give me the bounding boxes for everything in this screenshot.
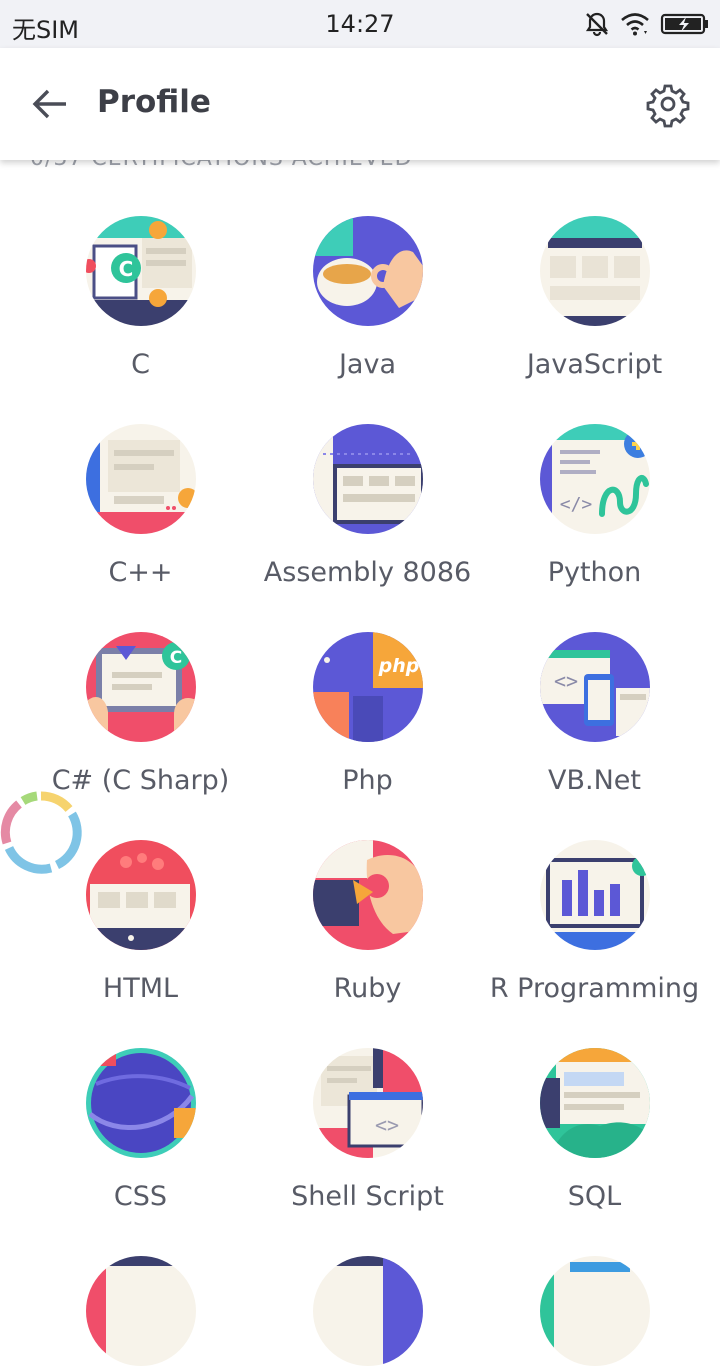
status-bar: 无SIM 14:27: [0, 0, 720, 48]
course-label: Assembly 8086: [263, 557, 472, 588]
course-item-partial[interactable]: [254, 1256, 481, 1366]
course-label: Ruby: [333, 973, 402, 1004]
loading-spinner-icon: [0, 791, 82, 874]
course-label: Php: [342, 765, 393, 796]
svg-text:<>: <>: [374, 1113, 398, 1137]
wifi-icon: [621, 13, 649, 36]
gear-icon[interactable]: [644, 80, 692, 128]
course-label: Java: [338, 349, 397, 380]
svg-text:</>: </>: [559, 494, 592, 515]
r-course-icon: [539, 840, 650, 950]
course-grid: C C Java JavaScript C++ Assembly 8086 </…: [27, 216, 707, 1366]
cpp-course-icon: [85, 424, 196, 534]
course-item-cpp[interactable]: C++: [27, 424, 254, 592]
course-label: Python: [547, 557, 642, 588]
assembly-course-icon: [312, 424, 423, 534]
shell-course-icon: <>: [312, 1048, 423, 1158]
python-course-icon: </>: [539, 424, 650, 534]
course-icon: [539, 1256, 650, 1366]
css-course-icon: [85, 1048, 196, 1158]
page-title: Profile: [97, 84, 211, 120]
course-label: Shell Script: [291, 1181, 444, 1212]
course-item-partial[interactable]: [481, 1256, 708, 1366]
course-item-python[interactable]: </> Python: [481, 424, 708, 592]
csharp-course-icon: C: [85, 632, 196, 742]
course-item-java[interactable]: Java: [254, 216, 481, 384]
html-course-icon: [85, 840, 196, 950]
app-bar: Profile: [0, 48, 720, 160]
course-icon: [312, 1256, 423, 1366]
ruby-course-icon: [312, 840, 423, 950]
course-item-partial[interactable]: [27, 1256, 254, 1366]
course-item-vbnet[interactable]: <> VB.Net: [481, 632, 708, 800]
course-label: VB.Net: [548, 765, 641, 796]
course-label: SQL: [567, 1181, 622, 1212]
javascript-course-icon: [539, 216, 650, 326]
course-item-r[interactable]: R Programming: [481, 840, 708, 1008]
status-icons: [584, 8, 710, 40]
php-course-icon: php: [312, 632, 423, 742]
java-course-icon: [312, 216, 423, 326]
course-item-javascript[interactable]: JavaScript: [481, 216, 708, 384]
course-label: CSS: [113, 1181, 168, 1212]
mute-icon: [585, 12, 609, 37]
course-label: R Programming: [489, 973, 700, 1004]
course-item-php[interactable]: php Php: [254, 632, 481, 800]
svg-text:php: php: [377, 655, 419, 677]
vbnet-course-icon: <>: [539, 632, 650, 742]
svg-text:C: C: [118, 257, 133, 281]
course-item-c[interactable]: C C: [27, 216, 254, 384]
course-label: C: [131, 349, 150, 380]
course-item-sql[interactable]: SQL: [481, 1048, 708, 1216]
course-label: C++: [108, 557, 173, 588]
arrow-left-icon[interactable]: [26, 82, 74, 126]
course-label: HTML: [102, 973, 179, 1004]
c-course-icon: C: [85, 216, 196, 326]
course-item-shell[interactable]: <> Shell Script: [254, 1048, 481, 1216]
course-label: JavaScript: [526, 349, 663, 380]
course-icon: [85, 1256, 196, 1366]
course-item-css[interactable]: CSS: [27, 1048, 254, 1216]
course-item-assembly[interactable]: Assembly 8086: [254, 424, 481, 592]
battery-charging-icon: [660, 13, 708, 35]
course-item-csharp[interactable]: C C# (C Sharp): [27, 632, 254, 800]
svg-text:C: C: [169, 648, 181, 668]
sql-course-icon: [539, 1048, 650, 1158]
svg-text:<>: <>: [553, 669, 577, 693]
course-item-ruby[interactable]: Ruby: [254, 840, 481, 1008]
